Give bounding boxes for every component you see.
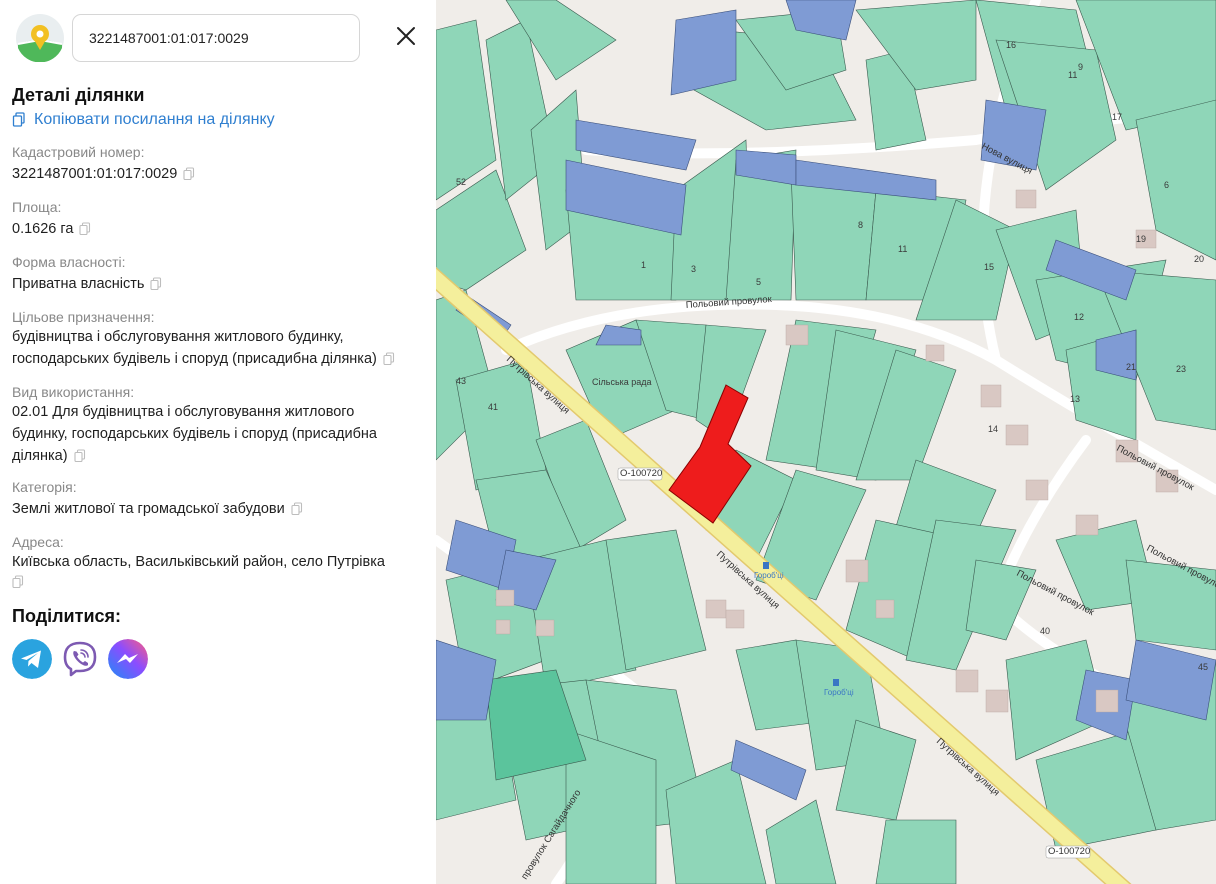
usage-line: ділянка) [12, 448, 68, 464]
usage-line-last: ділянка) [12, 445, 377, 467]
house-number: 23 [1176, 364, 1186, 374]
copy-icon[interactable] [183, 167, 195, 181]
bus-stop-icon [833, 679, 839, 686]
house-number: 1 [641, 260, 646, 270]
bus-stop-label: Гороб'ці [754, 571, 784, 580]
share-title: Поділитися: [12, 606, 122, 626]
telegram-icon[interactable] [12, 639, 52, 679]
search-input[interactable] [72, 14, 360, 62]
road-ref-label: О-100720 [1048, 846, 1090, 857]
house-number: 13 [1070, 394, 1080, 404]
house-number: 40 [1040, 626, 1050, 636]
copy-link-button[interactable]: Копіювати посилання на ділянку [12, 111, 275, 129]
house-number: 43 [456, 376, 466, 386]
house-number: 11 [898, 244, 907, 254]
close-icon[interactable] [392, 22, 420, 50]
house-number: 45 [1198, 662, 1208, 672]
area-label: Площа: [12, 199, 62, 215]
copy-icon[interactable] [150, 277, 162, 291]
purpose-line: господарських будівель і споруд (присади… [12, 351, 377, 367]
purpose-line-last: господарських будівель і споруд (присади… [12, 348, 395, 370]
purpose-value: будівництва і обслуговування житлового б… [12, 326, 395, 370]
usage-value: 02.01 Для будівництва і обслуговування ж… [12, 401, 377, 467]
house-number: 41 [488, 402, 498, 412]
house-number: 12 [1074, 312, 1084, 322]
usage-line: будинку, господарських будівель і споруд… [12, 426, 377, 442]
bus-stop-label: Гороб'ці [824, 688, 854, 697]
bus-stop-icon [763, 562, 769, 569]
area-row: 0.1626 га [12, 218, 91, 240]
house-number: 19 [1136, 234, 1146, 244]
viber-icon[interactable] [60, 639, 100, 679]
copy-link-label: Копіювати посилання на ділянку [34, 111, 275, 128]
details-title: Деталі ділянки [12, 85, 145, 105]
house-number: 14 [988, 424, 998, 434]
address-value: Київська область, Васильківський район, … [12, 554, 385, 570]
house-number: 16 [1006, 40, 1016, 50]
details-panel: Деталі ділянки Копіювати посилання на ді… [0, 0, 436, 884]
copy-icon [12, 112, 25, 127]
messenger-icon[interactable] [108, 639, 148, 679]
house-number: 52 [456, 177, 466, 187]
copy-icon[interactable] [79, 222, 91, 236]
copy-icon[interactable] [74, 449, 86, 463]
house-number: 15 [984, 262, 994, 272]
area-value: 0.1626 га [12, 221, 74, 237]
house-number: 17 [1112, 112, 1122, 122]
usage-label: Вид використання: [12, 384, 135, 400]
ownership-label: Форма власності: [12, 254, 126, 270]
map-view[interactable]: Путрівська вулиця Путрівська вулиця Путрів… [436, 0, 1216, 884]
purpose-line: будівництва і обслуговування житлового б… [12, 329, 344, 345]
house-number: 9 [1078, 62, 1083, 72]
ownership-row: Приватна власність [12, 273, 162, 295]
category-row: Землі житлової та громадської забудови [12, 498, 303, 520]
house-number: 21 [1126, 362, 1136, 372]
app-logo[interactable] [16, 14, 64, 62]
copy-icon[interactable] [12, 575, 24, 589]
category-label: Категорія: [12, 479, 77, 495]
category-value: Землі житлової та громадської забудови [12, 501, 285, 517]
copy-icon[interactable] [291, 502, 303, 516]
house-number: 20 [1194, 254, 1204, 264]
house-number: 8 [858, 220, 863, 230]
place-label: Сільська рада [592, 377, 652, 387]
road-ref-label: О-100720 [620, 468, 662, 479]
usage-line: 02.01 Для будівництва і обслуговування ж… [12, 404, 355, 420]
house-number: 5 [756, 277, 761, 287]
cadastral-number-value: 3221487001:01:017:0029 [12, 166, 178, 182]
house-number: 3 [691, 264, 696, 274]
house-number: 11 [1068, 70, 1077, 80]
house-number: 6 [1164, 180, 1169, 190]
purpose-label: Цільове призначення: [12, 309, 155, 325]
cadastral-number-label: Кадастровий номер: [12, 144, 145, 160]
cadastral-number-row: 3221487001:01:017:0029 [12, 163, 195, 185]
copy-icon[interactable] [383, 352, 395, 366]
ownership-value: Приватна власність [12, 276, 145, 292]
address-label: Адреса: [12, 534, 64, 550]
cadastral-map[interactable]: Путрівська вулицяПутрівська вулицяПутрів… [436, 0, 1216, 884]
